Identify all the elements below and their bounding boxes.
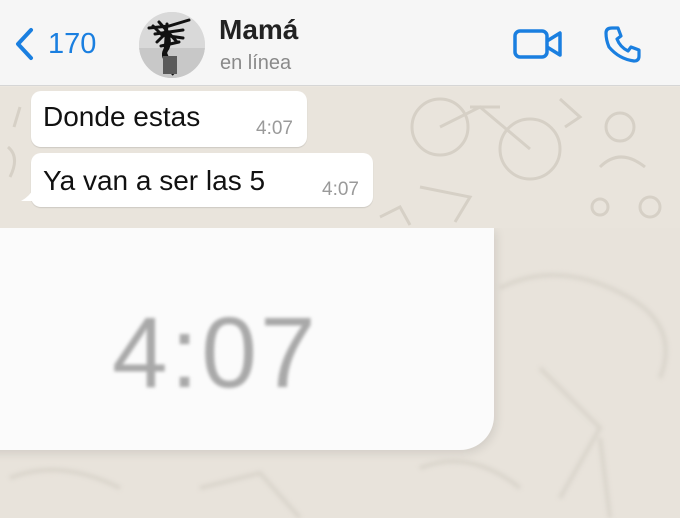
bubble-tail <box>21 187 35 201</box>
chat-header: 170 Mamá en línea <box>0 0 680 86</box>
message-bubble[interactable]: Ya van a ser las 5 4:07 <box>21 153 373 207</box>
contact-status: en línea <box>220 52 292 74</box>
message-text: Ya van a ser las 5 <box>43 165 266 196</box>
phone-icon <box>604 26 641 63</box>
back-button[interactable]: 170 <box>12 24 96 64</box>
message-time: 4:07 <box>322 179 359 200</box>
zoomed-timestamp-panel: 4:07 <box>0 228 680 518</box>
avatar[interactable] <box>139 12 205 78</box>
zoomed-message-time: 4:07 <box>112 297 319 409</box>
chevron-left-icon <box>16 28 33 60</box>
video-call-button[interactable] <box>512 26 564 62</box>
message-time: 4:07 <box>256 118 293 139</box>
unread-count: 170 <box>48 27 97 60</box>
contact-name[interactable]: Mamá <box>219 14 298 46</box>
message-text: Donde estas <box>43 101 201 132</box>
video-camera-icon <box>513 29 562 59</box>
voice-call-button[interactable] <box>603 24 643 64</box>
chat-area[interactable]: Donde estas 4:07 Ya van a ser las 5 4:07 <box>0 87 680 228</box>
message-bubble[interactable]: Donde estas 4:07 <box>31 91 307 147</box>
